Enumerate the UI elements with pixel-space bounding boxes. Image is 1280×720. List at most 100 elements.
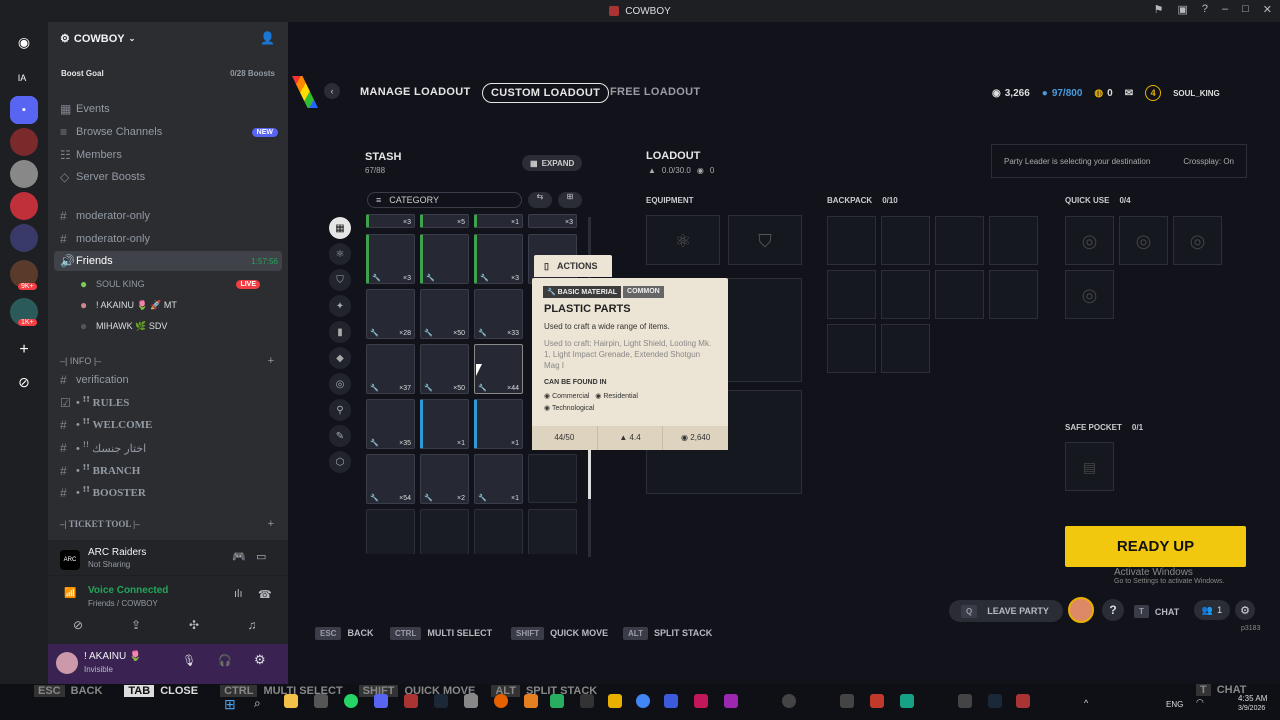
hint-quick-move[interactable]: SHIFT QUICK MOVE	[511, 627, 608, 640]
boost-goal[interactable]: Boost Goal 0/28 Boosts	[56, 64, 280, 82]
stash-item[interactable]: ×5	[420, 214, 469, 228]
augment-slot[interactable]: ⚛	[646, 215, 720, 265]
stash-item[interactable]: 🔧 ×35	[366, 399, 415, 449]
category-all-icon[interactable]: ▦	[329, 217, 351, 239]
shield-slot[interactable]: ⛉	[728, 215, 802, 265]
tab-manage-loadout[interactable]: MANAGE LOADOUT	[360, 86, 471, 98]
channel-welcome[interactable]: # • ꜝꜝ WELCOME	[54, 415, 282, 435]
category-shield-icon[interactable]: ⛉	[329, 269, 351, 291]
sidebar-item-events[interactable]: ▦ Events	[54, 99, 282, 119]
app-icon[interactable]	[524, 694, 538, 708]
file-explorer-icon[interactable]	[284, 694, 298, 708]
headphones-icon[interactable]: 🎧	[218, 654, 232, 667]
server-icon-4[interactable]	[10, 224, 38, 252]
app-icon[interactable]	[988, 694, 1002, 708]
back-arrow-button[interactable]: ‹	[324, 83, 340, 99]
category-gadget-icon[interactable]: ◎	[329, 373, 351, 395]
clock-date[interactable]: 3/9/2026	[1238, 705, 1265, 712]
channel-moderator-only[interactable]: # moderator-only	[54, 206, 282, 226]
stash-item[interactable]: 🔧 ×3	[366, 234, 415, 284]
discord-icon[interactable]	[374, 694, 388, 708]
firefox-icon[interactable]	[494, 694, 508, 708]
hint-multi-select[interactable]: CTRL MULTI SELECT	[390, 627, 492, 640]
stash-item[interactable]: 🔧 ×54	[366, 454, 415, 504]
chat-button[interactable]: T CHAT	[1134, 605, 1179, 618]
disconnect-icon[interactable]: ☎	[258, 588, 272, 601]
category-filter[interactable]: ≡ CATEGORY	[367, 192, 522, 208]
user-name[interactable]: ! AKAINU 🌷	[84, 651, 141, 662]
sort-button[interactable]: ⇆	[528, 192, 552, 208]
tab-free-loadout[interactable]: FREE LOADOUT	[610, 86, 700, 98]
backpack-slot[interactable]	[827, 270, 876, 319]
quickuse-slot[interactable]: ◎	[1173, 216, 1222, 265]
stash-item[interactable]: ×1	[420, 399, 469, 449]
voice-user[interactable]: ● ! AKAINU 🌷 🚀 MT	[74, 295, 282, 315]
hint-split-stack[interactable]: ALT SPLIT STACK	[623, 627, 712, 640]
stash-item[interactable]: 🔧 ×50	[420, 289, 469, 339]
backpack-slot[interactable]	[827, 216, 876, 265]
settings-gear-icon[interactable]: ⚙	[254, 652, 266, 668]
category-tool-icon[interactable]: ✎	[329, 425, 351, 447]
add-channel-icon[interactable]: +	[268, 355, 274, 367]
channel-booster[interactable]: # • ꜝꜝ BOOSTER	[54, 483, 282, 503]
backpack-slot[interactable]	[989, 270, 1038, 319]
voice-status[interactable]: Voice Connected	[88, 585, 168, 596]
stash-empty-slot[interactable]	[474, 509, 523, 554]
stash-item[interactable]: ×3	[366, 214, 415, 228]
sidebar-item-boosts[interactable]: ◇ Server Boosts	[54, 167, 282, 187]
windows-start-icon[interactable]: ⊞	[224, 696, 236, 713]
quickuse-slot[interactable]: ◎	[1065, 216, 1114, 265]
app-icon[interactable]	[580, 694, 594, 708]
minimize-icon[interactable]: –	[1222, 3, 1228, 16]
app-icon[interactable]	[464, 694, 478, 708]
add-channel-icon[interactable]: +	[268, 518, 274, 530]
stash-item[interactable]: 🔧 ×37	[366, 344, 415, 394]
screen-share-button[interactable]: ⇪	[108, 614, 164, 636]
category-grenade-icon[interactable]: ◆	[329, 347, 351, 369]
voice-channel-friends[interactable]: 🔊 Friends 1:57:56	[54, 251, 282, 271]
stash-item[interactable]: 🔧	[420, 234, 469, 284]
wifi-icon[interactable]: ◠	[1196, 697, 1204, 708]
game-settings-button[interactable]: ⚙	[1235, 600, 1255, 620]
dm-folder-icon[interactable]: ▪	[10, 96, 38, 124]
channel-verification[interactable]: # verification	[54, 370, 282, 390]
expand-button[interactable]: ▦ EXPAND	[522, 155, 583, 171]
leave-party-button[interactable]: Q LEAVE PARTY	[949, 600, 1063, 622]
stash-empty-slot[interactable]	[528, 509, 577, 554]
player-username[interactable]: SOUL_KING	[1173, 89, 1220, 98]
chrome-icon[interactable]	[636, 694, 650, 708]
camera-off-button[interactable]: ⊘	[50, 614, 106, 636]
steam-icon[interactable]	[434, 694, 448, 708]
invite-icon[interactable]: 👤	[260, 31, 275, 45]
backpack-slot[interactable]	[881, 216, 930, 265]
sidebar-item-members[interactable]: ☷ Members	[54, 145, 282, 165]
category-mod-icon[interactable]: ⚲	[329, 399, 351, 421]
category-ticket[interactable]: –| TICKET TOOL |– +	[54, 514, 282, 534]
stash-empty-slot[interactable]	[420, 509, 469, 554]
maximize-icon[interactable]: □	[1242, 3, 1249, 16]
backpack-slot[interactable]	[935, 270, 984, 319]
app-icon[interactable]	[870, 694, 884, 708]
party-avatar[interactable]	[1068, 597, 1094, 623]
stash-item[interactable]: ×1	[474, 399, 523, 449]
backpack-slot[interactable]	[881, 270, 930, 319]
inbox-icon[interactable]: ✉	[1125, 88, 1133, 99]
app-icon[interactable]	[608, 694, 622, 708]
channel-rules[interactable]: ☑ • ꜝꜝ RULES	[54, 393, 282, 413]
app-icon[interactable]	[900, 694, 914, 708]
app-icon[interactable]	[694, 694, 708, 708]
stash-item[interactable]: 🔧 ×33	[474, 289, 523, 339]
server-icon-3[interactable]	[10, 192, 38, 220]
category-misc-icon[interactable]: ⬡	[329, 451, 351, 473]
channel-branch[interactable]: # • ꜝꜝ BRANCH	[54, 461, 282, 481]
app-icon[interactable]	[314, 694, 328, 708]
actions-tab[interactable]: ▯ ACTIONS	[534, 255, 612, 277]
sidebar-item-browse[interactable]: ≡ Browse Channels NEW	[54, 122, 282, 142]
controller-icon[interactable]: 🎮	[232, 550, 246, 563]
app-icon[interactable]	[404, 694, 418, 708]
stash-item[interactable]: 🔧 ×2	[420, 454, 469, 504]
mic-icon[interactable]: 🎙	[182, 654, 196, 667]
tray-chevron-icon[interactable]: ^	[1084, 698, 1088, 708]
stash-item[interactable]: ×3	[528, 214, 577, 228]
inbox-flag-icon[interactable]: ⚑	[1154, 3, 1164, 16]
